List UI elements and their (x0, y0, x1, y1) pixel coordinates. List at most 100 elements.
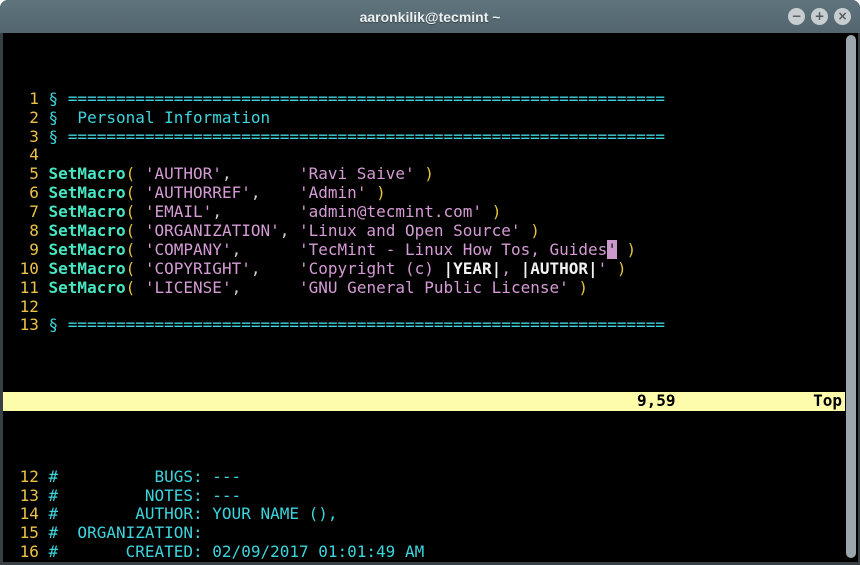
statusline-top-ruler: 9,59 (637, 392, 676, 411)
code-segment: ) (578, 278, 588, 297)
code-line[interactable]: 6 SetMacro( 'AUTHORREF', 'Admin' ) (3, 184, 845, 203)
code-segment (135, 202, 145, 221)
code-line[interactable]: 7 SetMacro( 'EMAIL', 'admin@tecmint.com'… (3, 203, 845, 222)
code-segment (569, 278, 579, 297)
statusline-top[interactable]: ~/.vim/templates/personal.templates [+] … (3, 392, 845, 411)
code-segment (135, 259, 145, 278)
code-segment (135, 221, 145, 240)
code-segment: § ======================================… (49, 127, 666, 146)
vim-editor[interactable]: 1 § ====================================… (3, 33, 845, 562)
code-line[interactable]: 9 SetMacro( 'COMPANY', 'TecMint - Linux … (3, 241, 845, 260)
minimize-button[interactable]: − (788, 8, 805, 25)
line-number: 10 (10, 259, 49, 278)
code-segment: ' (598, 259, 608, 278)
code-segment: ) (376, 183, 386, 202)
code-line[interactable]: 15 # ORGANIZATION: (3, 524, 845, 543)
code-segment: # AUTHOR: YOUR NAME (), (49, 504, 338, 523)
code-segment: , (501, 259, 520, 278)
code-segment (135, 240, 145, 259)
line-number: 11 (10, 278, 49, 297)
code-line[interactable]: 14 # AUTHOR: YOUR NAME (), (3, 505, 845, 524)
titlebar[interactable]: aaronkilik@tecmint ~ − + × (0, 0, 860, 33)
code-segment (135, 164, 145, 183)
top-window[interactable]: 1 § ====================================… (3, 90, 845, 336)
code-segment: 'LICENSE' (145, 278, 232, 297)
code-segment: ( (126, 259, 136, 278)
code-line[interactable]: 2 § Personal Information (3, 109, 845, 128)
code-segment (617, 240, 627, 259)
code-line[interactable]: 13 # NOTES: --- (3, 487, 845, 506)
code-segment: 'Linux and Open Source' (299, 221, 521, 240)
code-segment (135, 278, 145, 297)
code-segment: SetMacro (49, 240, 126, 259)
line-number: 1 (10, 89, 49, 108)
code-segment: ( (126, 221, 136, 240)
bottom-window[interactable]: 12 # BUGS: --- 13 # NOTES: --- 14 # AUTH… (3, 468, 845, 562)
code-line[interactable]: 12 (3, 298, 845, 317)
terminal-window: aaronkilik@tecmint ~ − + × 1 § =========… (0, 0, 860, 565)
code-segment: , (232, 278, 299, 297)
line-number: 15 (10, 523, 49, 542)
code-line[interactable]: 1 § ====================================… (3, 90, 845, 109)
line-number: 4 (10, 145, 49, 164)
scrollbar-thumb[interactable] (846, 35, 856, 558)
code-segment: , (280, 221, 299, 240)
line-number: 17 (10, 561, 49, 562)
code-line[interactable]: 3 § ====================================… (3, 128, 845, 147)
code-segment (482, 202, 492, 221)
statusline-top-scroll-indicator: Top (813, 392, 842, 411)
statusline-top-filename: ~/.vim/templates/personal.templates [+] (83, 410, 459, 429)
code-segment: 'EMAIL' (145, 202, 212, 221)
cursor: ' (607, 240, 617, 259)
code-segment: |AUTHOR| (521, 259, 598, 278)
code-segment: 'ORGANIZATION' (145, 221, 280, 240)
window-controls: − + × (788, 0, 851, 33)
line-number: 2 (10, 108, 49, 127)
close-button[interactable]: × (834, 8, 851, 25)
code-segment: SetMacro (49, 183, 126, 202)
line-number: 13 (10, 315, 49, 334)
code-segment: 'Copyright (c) (299, 259, 444, 278)
line-number: 3 (10, 127, 49, 146)
code-segment: § ======================================… (49, 89, 666, 108)
code-line[interactable]: 11 SetMacro( 'LICENSE', 'GNU General Pub… (3, 279, 845, 298)
code-segment (607, 259, 617, 278)
code-line[interactable]: 5 SetMacro( 'AUTHOR', 'Ravi Saive' ) (3, 165, 845, 184)
code-segment: ) (627, 240, 637, 259)
code-segment: SetMacro (49, 164, 126, 183)
code-segment: 'COPYRIGHT' (145, 259, 251, 278)
code-line[interactable]: 13 § ===================================… (3, 316, 845, 335)
code-segment: 'AUTHORREF' (145, 183, 251, 202)
code-line[interactable]: 16 # CREATED: 02/09/2017 01:01:49 AM (3, 543, 845, 562)
code-line[interactable]: 4 (3, 146, 845, 165)
code-segment: , (212, 202, 299, 221)
line-number: 8 (10, 221, 49, 240)
code-segment (415, 164, 425, 183)
code-segment: § Personal Information (49, 108, 271, 127)
terminal-body[interactable]: 1 § ====================================… (0, 33, 860, 565)
code-line[interactable]: 8 SetMacro( 'ORGANIZATION', 'Linux and O… (3, 222, 845, 241)
code-segment: SetMacro (49, 221, 126, 240)
maximize-button[interactable]: + (811, 8, 828, 25)
code-segment: § ======================================… (49, 315, 666, 334)
code-segment: ) (424, 164, 434, 183)
line-number: 7 (10, 202, 49, 221)
code-segment: |YEAR| (444, 259, 502, 278)
code-segment: ) (492, 202, 502, 221)
code-line[interactable]: 12 # BUGS: --- (3, 468, 845, 487)
code-segment: ( (126, 278, 136, 297)
code-segment: SetMacro (49, 202, 126, 221)
code-segment: # NOTES: --- (49, 486, 242, 505)
code-segment: , (222, 164, 299, 183)
code-segment (521, 221, 531, 240)
code-segment: 'admin@tecmint.com' (299, 202, 482, 221)
code-segment: , (232, 240, 299, 259)
code-segment: , (251, 259, 299, 278)
code-segment: ) (617, 259, 627, 278)
code-segment: # CREATED: 02/09/2017 01:01:49 AM (49, 542, 425, 561)
code-segment: ( (126, 164, 136, 183)
code-line[interactable]: 10 SetMacro( 'COPYRIGHT', 'Copyright (c)… (3, 260, 845, 279)
code-segment: 'GNU General Public License' (299, 278, 569, 297)
code-segment: ( (126, 202, 136, 221)
code-segment: # REVISION: --- (49, 561, 251, 562)
